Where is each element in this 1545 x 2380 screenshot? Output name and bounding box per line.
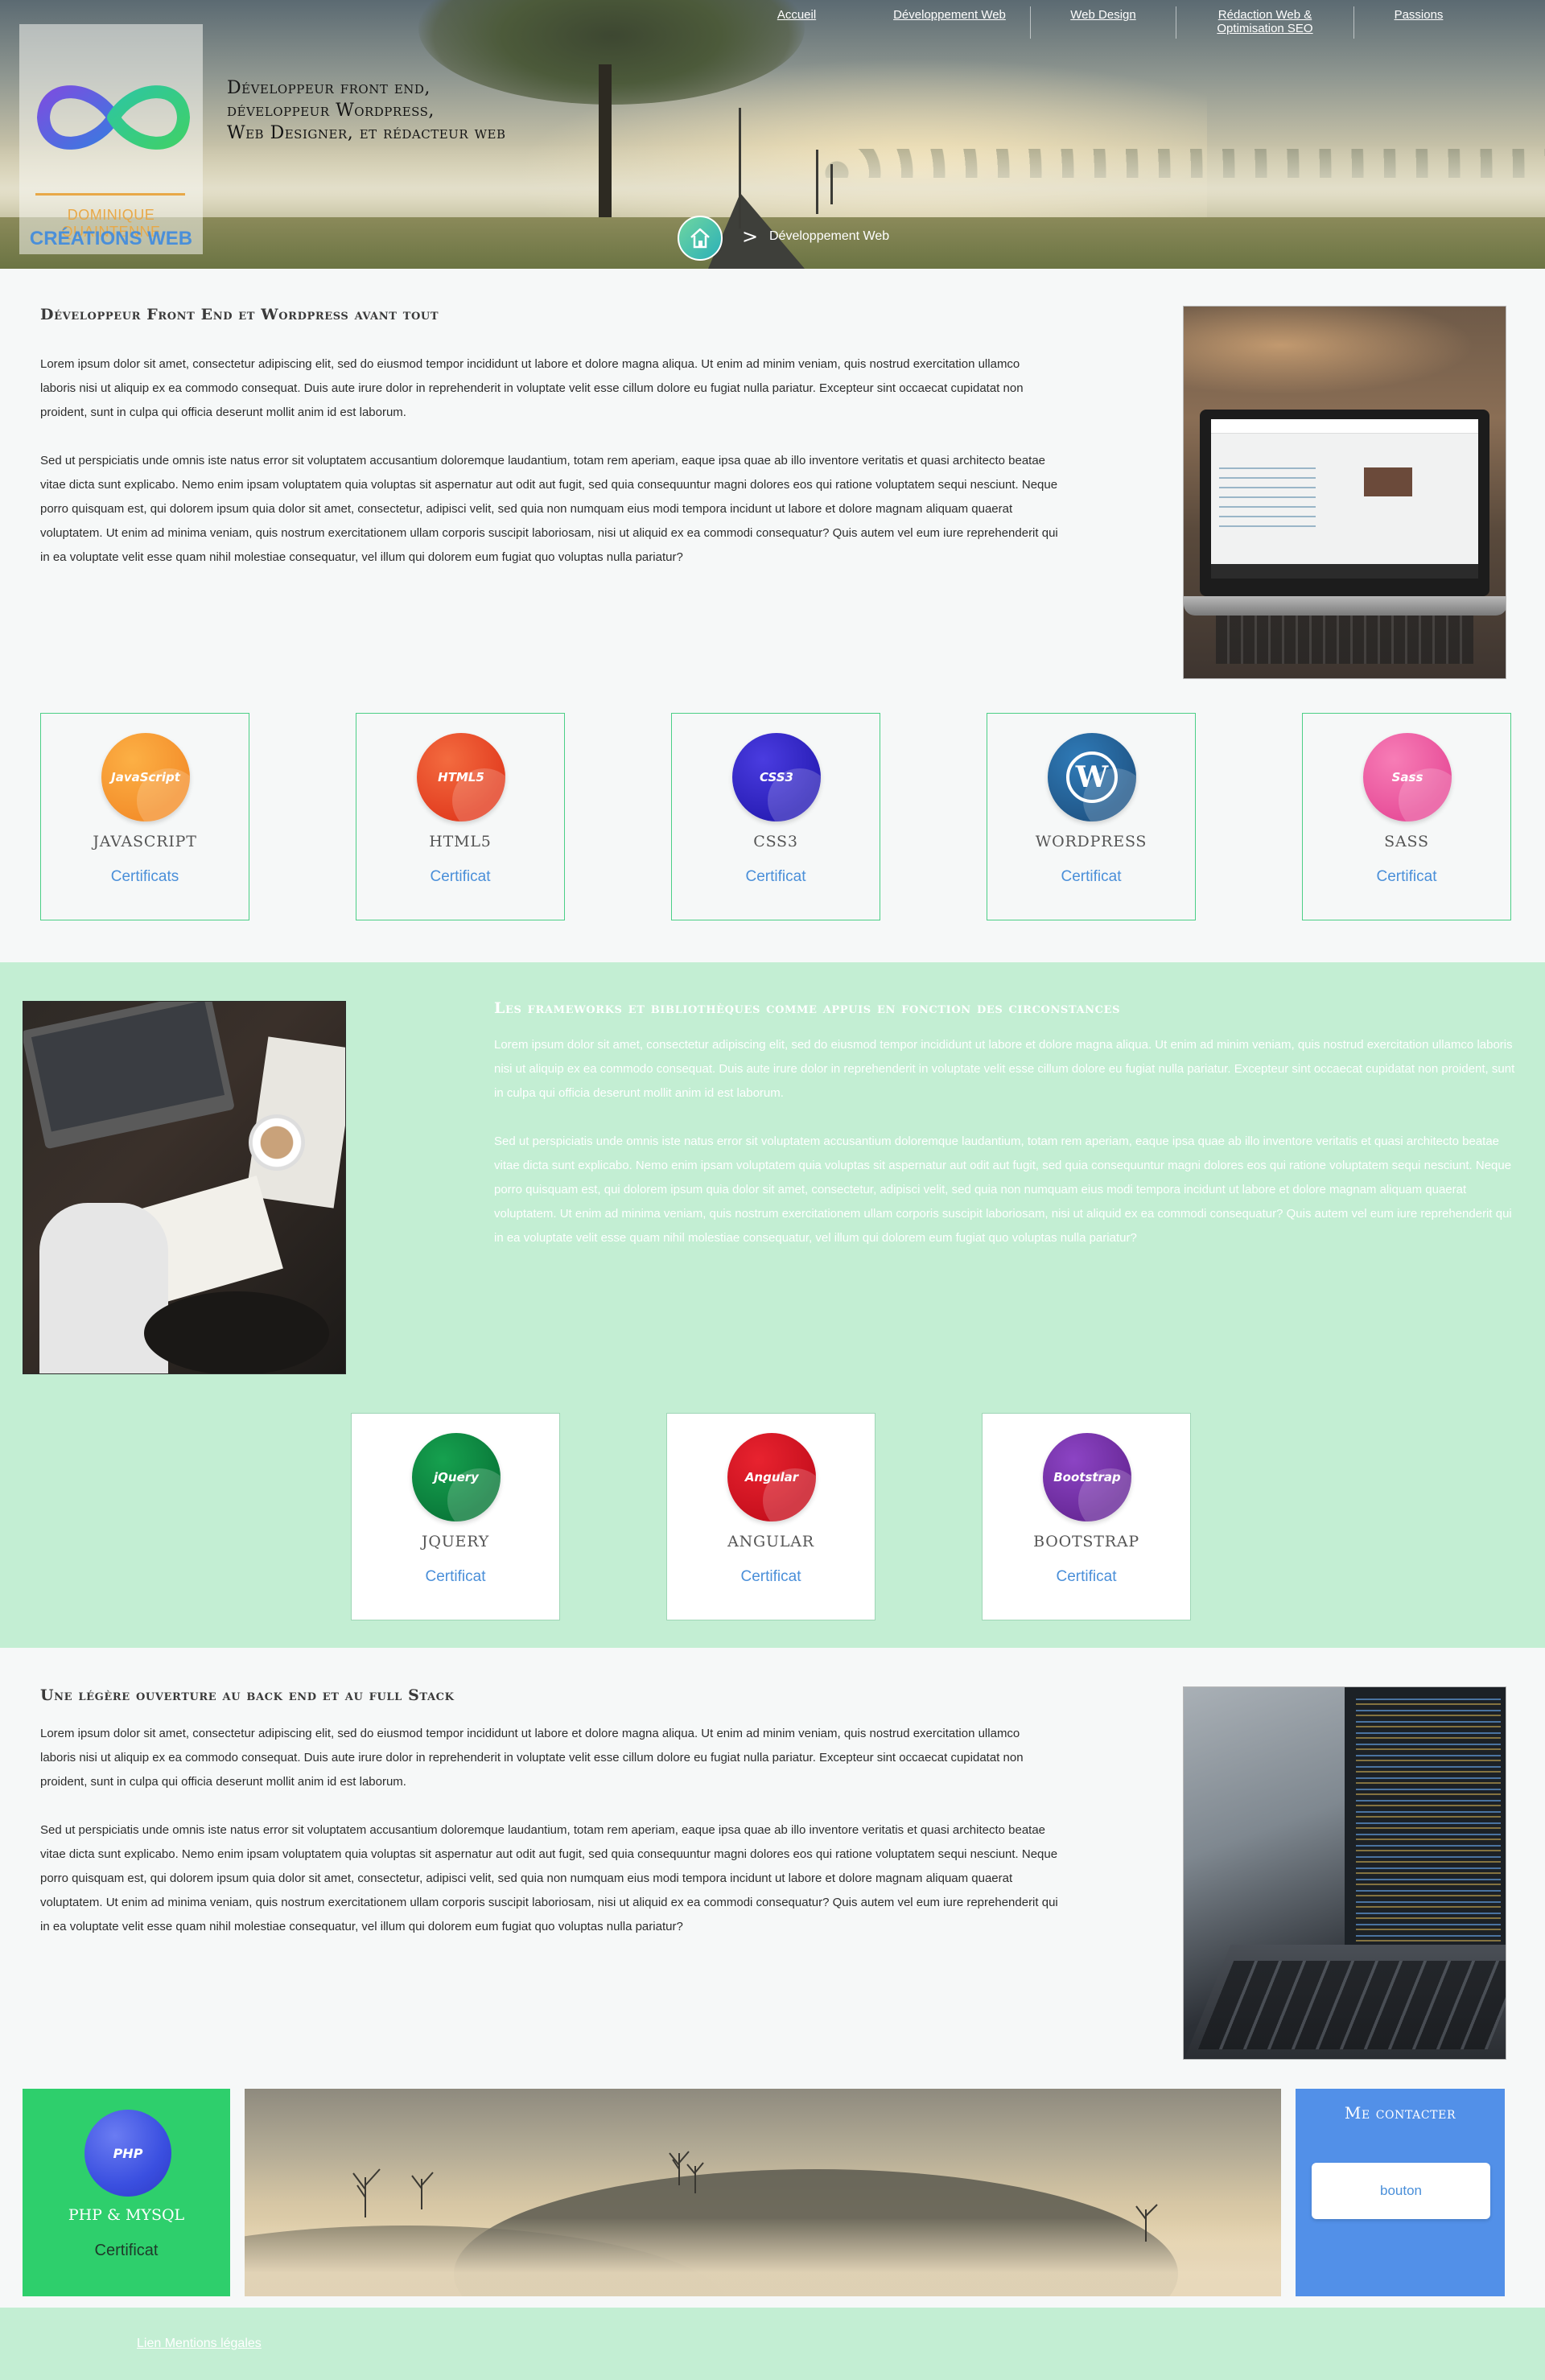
skill-card-wordpress: W WORDPRESS Certificat [987, 713, 1196, 920]
contact-card: Me contacter bouton [1296, 2089, 1505, 2296]
certificate-link[interactable]: Certificats [41, 868, 249, 886]
laptop-photo [1183, 306, 1506, 679]
angular-logo-icon: Angular [727, 1433, 816, 1521]
section-title: Développeur Front End et Wordpress avant… [40, 306, 439, 323]
skill-name: CSS3 [753, 833, 798, 850]
section-paragraph: Lorem ipsum dolor sit amet, consectetur … [40, 357, 1024, 419]
certificate-link[interactable]: Certificat [356, 868, 564, 886]
skill-name: HTML5 [429, 833, 492, 850]
contact-title: Me contacter [1344, 2103, 1456, 2123]
home-icon [690, 228, 710, 249]
breadcrumb-separator: > [742, 225, 759, 248]
nav-item-web-design[interactable]: Web Design [1031, 0, 1176, 39]
section-paragraph: Lorem ipsum dolor sit amet, consectetur … [494, 1038, 1515, 1100]
wordpress-logo-icon: W [1048, 733, 1136, 821]
certificate-link[interactable]: Certificat [983, 1568, 1190, 1586]
foggy-landscape-image [245, 2089, 1281, 2296]
php-logo-icon: PHP [84, 2110, 171, 2197]
sass-logo-icon: Sass [1363, 733, 1452, 821]
hero-tagline: Développeur front end, développeur Wordp… [227, 77, 613, 145]
skill-card-javascript: JavaScript JAVASCRIPT Certificats [40, 713, 249, 920]
hero-banner: Accueil Développement Web Web Design Réd… [0, 0, 1545, 269]
certificate-link[interactable]: Certificat [23, 2242, 230, 2260]
skill-name: BOOTSTRAP [1033, 1533, 1139, 1550]
skill-name: SASS [1384, 833, 1429, 850]
skill-card-jquery: jQuery JQUERY Certificat [351, 1413, 560, 1620]
nav-item-redaction-web[interactable]: Rédaction Web & Optimisation SEO [1176, 0, 1353, 39]
logo-divider [35, 193, 185, 196]
street-lamp [816, 150, 818, 214]
legal-notice-link[interactable]: Lien Mentions légales [137, 2337, 262, 2351]
certificate-link[interactable]: Certificat [987, 868, 1195, 886]
section-paragraph: Lorem ipsum dolor sit amet, consectetur … [40, 1727, 1024, 1789]
street-lamp [830, 164, 833, 204]
nav-item-accueil[interactable]: Accueil [724, 0, 869, 39]
contact-button[interactable]: bouton [1312, 2163, 1490, 2219]
street-lamp [739, 108, 741, 229]
skill-name: WORDPRESS [1035, 833, 1147, 850]
breadcrumb-home-button[interactable] [678, 216, 723, 261]
section-paragraph: Sed ut perspiciatis unde omnis iste natu… [40, 454, 1058, 564]
skill-name: PHP & MYSQL [68, 2206, 185, 2224]
skill-card-bootstrap: Bootstrap BOOTSTRAP Certificat [982, 1413, 1191, 1620]
certificate-link[interactable]: Certificat [672, 868, 880, 886]
skill-name: ANGULAR [727, 1533, 814, 1550]
skill-name: JQUERY [421, 1533, 490, 1550]
html5-logo-icon: HTML5 [417, 733, 505, 821]
breadcrumb-current: Développement Web [769, 229, 890, 243]
certificate-link[interactable]: Certificat [352, 1568, 559, 1586]
skill-card-html5: HTML5 HTML5 Certificat [356, 713, 565, 920]
section-paragraph: Sed ut perspiciatis unde omnis iste natu… [40, 1823, 1058, 1933]
code-laptop-photo [1183, 1686, 1506, 2060]
bootstrap-logo-icon: Bootstrap [1043, 1433, 1131, 1521]
nav-item-passions[interactable]: Passions [1354, 0, 1483, 39]
tagline-line: développeur Wordpress, [227, 101, 435, 121]
section-title: Une légère ouverture au back end et au f… [40, 1686, 455, 1704]
jquery-logo-icon: jQuery [412, 1433, 501, 1521]
infinity-logo-icon [36, 85, 191, 150]
certificate-link[interactable]: Certificat [1303, 868, 1510, 886]
javascript-logo-icon: JavaScript [101, 733, 190, 821]
brand-subtitle: CRÉATIONS WEB [29, 228, 193, 249]
skill-card-css3: CSS3 CSS3 Certificat [671, 713, 880, 920]
skill-card-sass: Sass SASS Certificat [1302, 713, 1511, 920]
section-paragraph: Sed ut perspiciatis unde omnis iste natu… [494, 1134, 1512, 1245]
section-title: Les frameworks et bibliothèques comme ap… [494, 999, 1121, 1017]
tagline-line: Développeur front end, [227, 78, 431, 98]
certificate-link[interactable]: Certificat [667, 1568, 875, 1586]
css3-logo-icon: CSS3 [732, 733, 821, 821]
tagline-line: Web Designer, et rédacteur web [227, 123, 506, 143]
skill-card-php-mysql: PHP PHP & MYSQL Certificat [23, 2089, 230, 2296]
main-nav: Accueil Développement Web Web Design Réd… [724, 0, 1545, 45]
desk-photo [23, 1001, 346, 1374]
nav-item-developpement-web[interactable]: Développement Web [869, 0, 1030, 39]
footer: Lien Mentions légales [0, 2308, 1545, 2380]
skill-name: JAVASCRIPT [93, 833, 197, 850]
skill-card-angular: Angular ANGULAR Certificat [666, 1413, 876, 1620]
